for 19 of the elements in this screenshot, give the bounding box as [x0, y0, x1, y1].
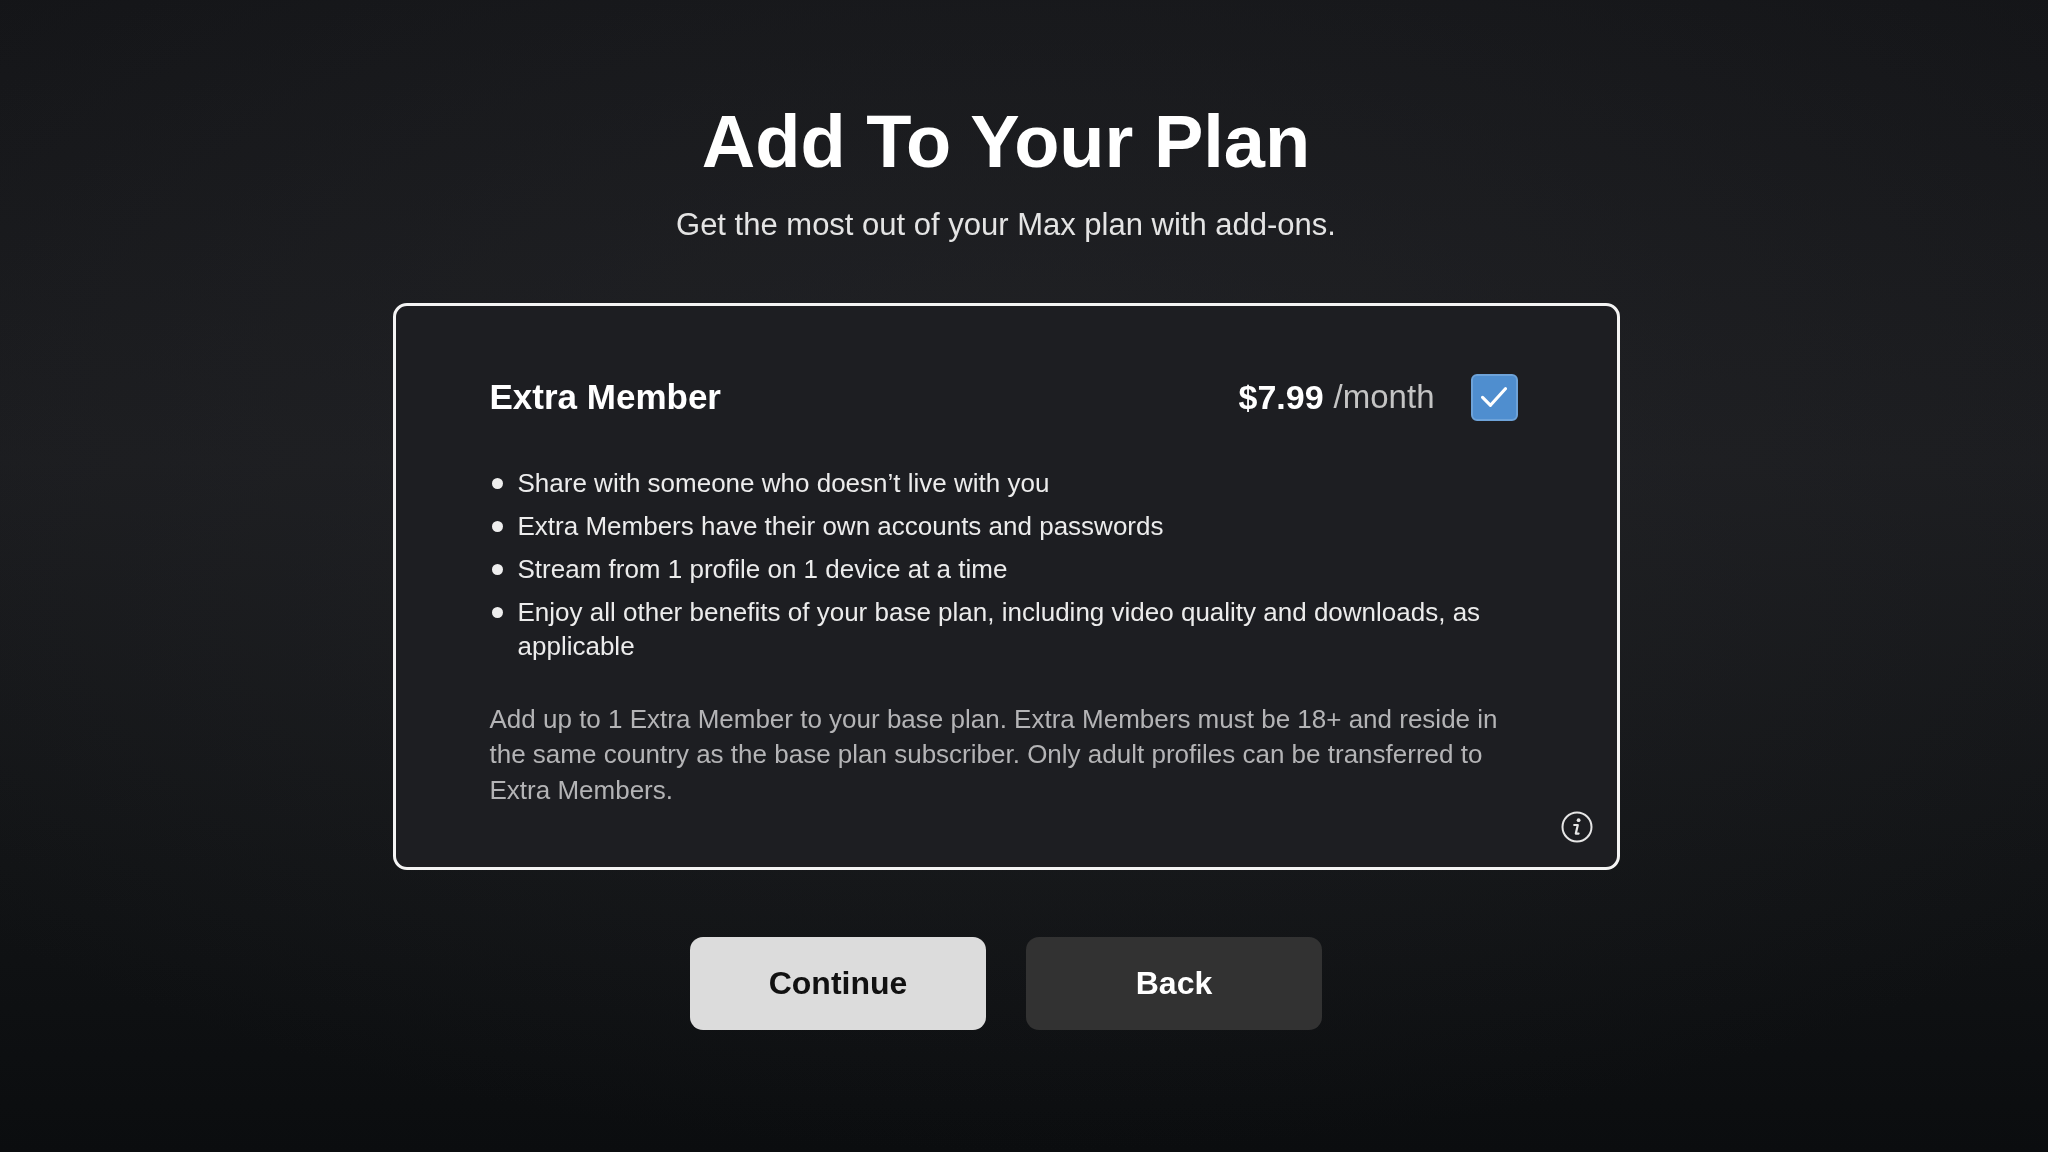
price: $7.99 [1238, 377, 1324, 417]
price-period: /month [1333, 378, 1435, 417]
feature-text: Share with someone who doesn’t live with you [517, 466, 1050, 500]
back-button[interactable]: Back [1026, 937, 1322, 1031]
bullet-icon [491, 606, 503, 618]
checkmark-icon [1481, 387, 1507, 408]
checkbox[interactable] [1470, 373, 1518, 421]
bullet-icon [491, 520, 503, 532]
feature-text: Extra Members have their own accounts and passwords [517, 509, 1164, 543]
info-icon[interactable] [1560, 811, 1593, 844]
feature-text: Stream from 1 profile on 1 device at a time [517, 552, 1008, 586]
page-title: Add To Your Plan [701, 101, 1311, 183]
page-subtitle: Get the most out of your Max plan with add-ons. [676, 206, 1336, 244]
addon-note: Add up to 1 Extra Member to your base plan. Extra Members must be 18+ and reside in the same country as the base plan subscriber. Only adult profiles can be transferred to Extra Members. [489, 702, 1499, 807]
continue-button[interactable]: Continue [690, 937, 986, 1031]
bullet-icon [491, 477, 503, 489]
feature-text: Enjoy all other benefits of your base plan, including video quality and downloads, as applicable [517, 595, 1482, 663]
addon-name: Extra Member [489, 377, 721, 418]
bullet-icon [491, 563, 503, 575]
